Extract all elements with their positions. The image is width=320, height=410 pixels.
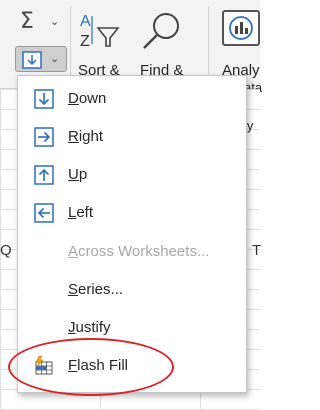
- ribbon-separator: [208, 6, 209, 84]
- menu-item-down[interactable]: Down: [18, 81, 246, 117]
- highlight-ring-annotation: [8, 338, 174, 396]
- column-header-fragment-right: T: [252, 242, 262, 259]
- fill-up-icon: [34, 165, 54, 185]
- fill-left-icon: [34, 203, 54, 223]
- column-header-fragment-left: Q: [0, 242, 12, 259]
- svg-text:A: A: [80, 13, 91, 30]
- fill-down-icon: [34, 89, 54, 109]
- menu-item-left[interactable]: Left: [18, 195, 246, 231]
- find-select-icon: [143, 13, 179, 49]
- menu-item-label: Across Worksheets...: [68, 243, 210, 260]
- analyze-chart-icon: [229, 16, 253, 40]
- analyze-data-icon[interactable]: [222, 10, 260, 46]
- chevron-down-icon: ⌄: [50, 15, 60, 28]
- autosum-button[interactable]: Σ ⌄: [16, 10, 66, 34]
- fill-button[interactable]: ⌄: [15, 46, 67, 72]
- ribbon-separator: [70, 6, 71, 84]
- menu-item-right[interactable]: Right: [18, 119, 246, 155]
- menu-item-label: Justify: [68, 319, 111, 336]
- menu-item-up[interactable]: Up: [18, 157, 246, 193]
- sort-filter-icon: A Z: [80, 13, 120, 50]
- svg-text:Z: Z: [80, 33, 90, 50]
- chevron-down-icon: ⌄: [50, 52, 60, 65]
- menu-item-series[interactable]: Series...: [18, 272, 246, 308]
- menu-item-label: Left: [68, 204, 94, 221]
- menu-item-label: Up: [68, 166, 88, 183]
- fill-right-icon: [34, 127, 54, 147]
- menu-item-label: Series...: [68, 281, 124, 298]
- menu-item-label: Right: [68, 128, 104, 145]
- menu-item-across-worksheets: Across Worksheets...: [18, 234, 246, 270]
- fill-down-icon: [22, 51, 42, 69]
- menu-item-label: Down: [68, 90, 107, 107]
- sigma-icon: Σ: [20, 9, 34, 34]
